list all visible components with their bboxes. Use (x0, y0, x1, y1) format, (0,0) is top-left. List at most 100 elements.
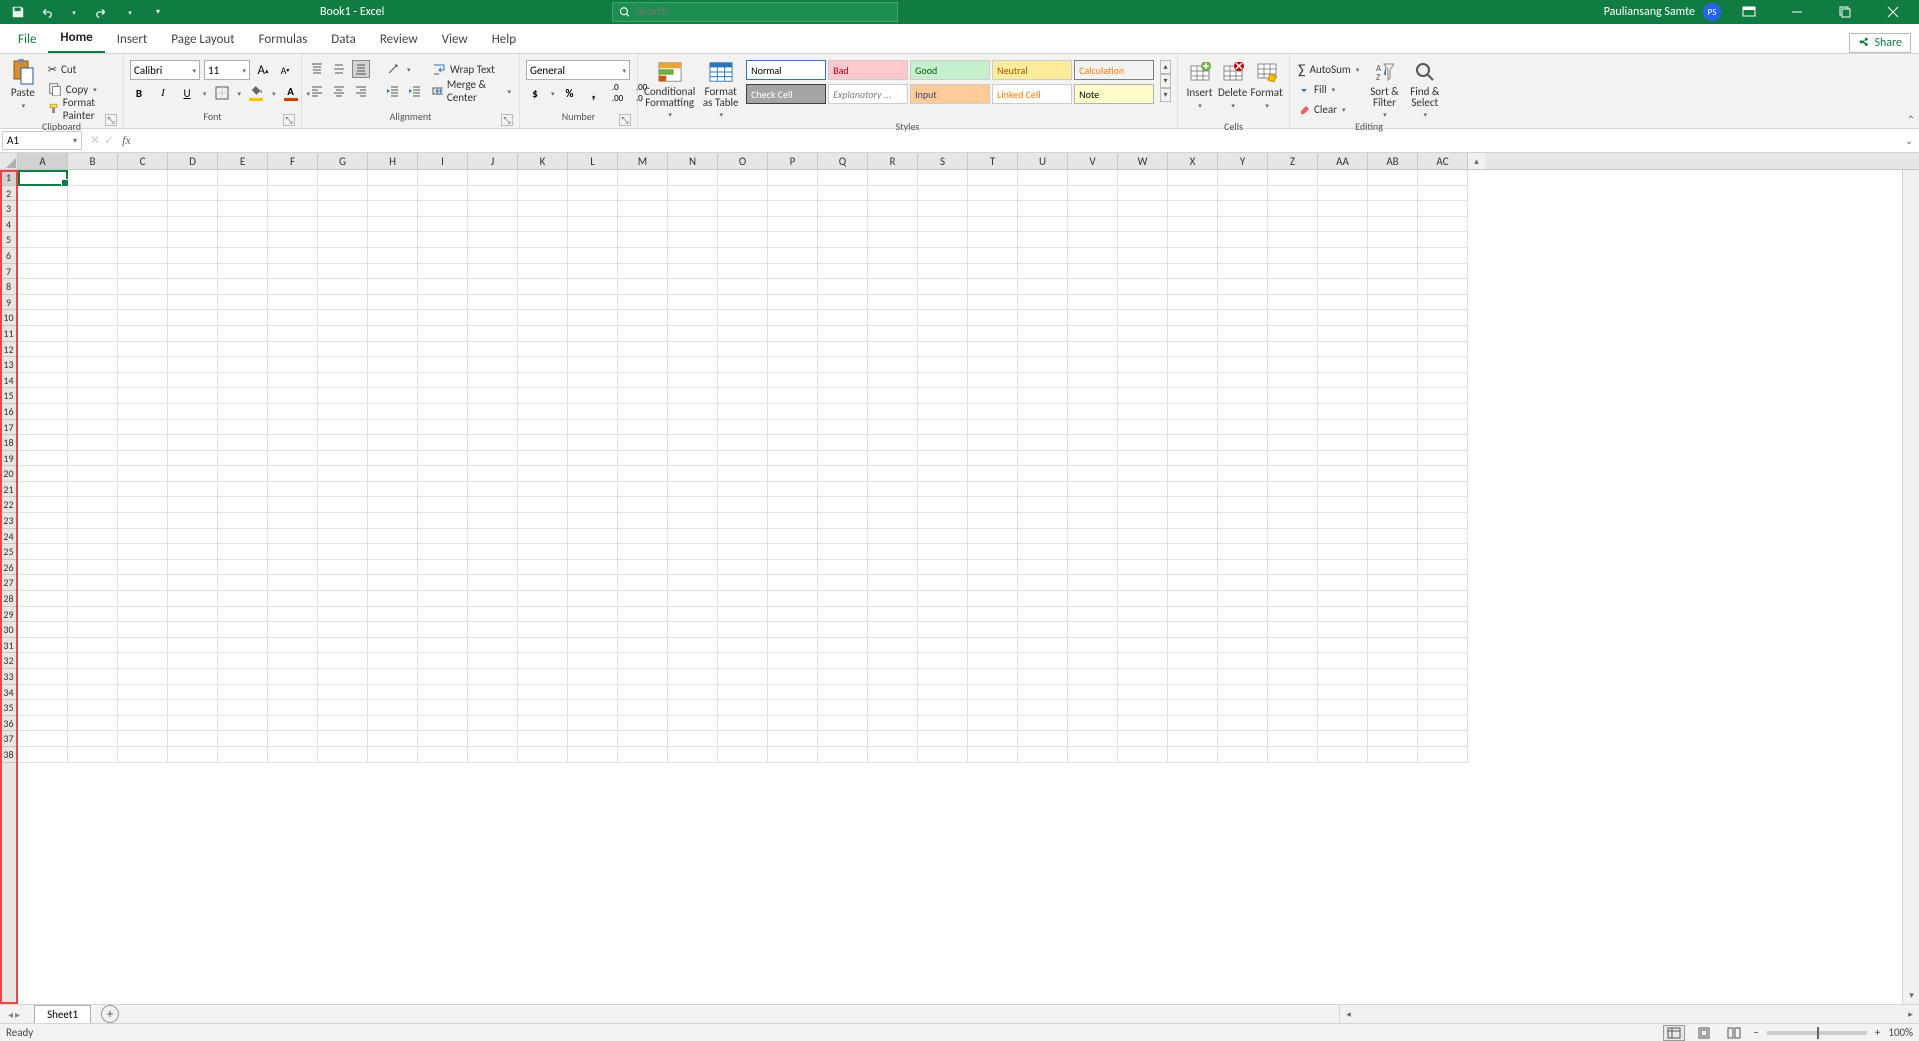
cell[interactable] (18, 451, 68, 467)
cell[interactable] (168, 435, 218, 451)
cell[interactable] (1168, 170, 1218, 186)
horizontal-scrollbar[interactable]: ◂ ▸ (1339, 1006, 1919, 1023)
cell[interactable] (868, 201, 918, 217)
cell[interactable] (618, 451, 668, 467)
cell[interactable] (1218, 295, 1268, 311)
enter-formula-icon[interactable]: ✓ (104, 133, 114, 148)
cell[interactable] (1168, 529, 1218, 545)
cell[interactable] (318, 310, 368, 326)
cell[interactable] (618, 560, 668, 576)
cell[interactable] (218, 529, 268, 545)
cell[interactable] (168, 342, 218, 358)
cell[interactable] (468, 295, 518, 311)
cell[interactable] (818, 388, 868, 404)
cell[interactable] (1418, 404, 1468, 420)
cell[interactable] (268, 232, 318, 248)
cell[interactable] (1368, 497, 1418, 513)
cell[interactable] (668, 466, 718, 482)
cell[interactable] (218, 217, 268, 233)
cell[interactable] (718, 264, 768, 280)
cell[interactable] (1118, 716, 1168, 732)
normal-view-icon[interactable] (1663, 1025, 1685, 1041)
cell[interactable] (918, 591, 968, 607)
cell[interactable] (1318, 747, 1368, 763)
cell[interactable] (1318, 513, 1368, 529)
cell[interactable] (668, 513, 718, 529)
cell[interactable] (518, 560, 568, 576)
cell[interactable] (518, 420, 568, 436)
cell[interactable] (768, 248, 818, 264)
column-header[interactable]: I (418, 153, 468, 169)
cell[interactable] (118, 435, 168, 451)
row-header[interactable]: 30 (0, 622, 17, 638)
cell[interactable] (318, 716, 368, 732)
cell[interactable] (68, 201, 118, 217)
cell[interactable] (718, 466, 768, 482)
cell[interactable] (718, 279, 768, 295)
cell[interactable] (618, 747, 668, 763)
cell[interactable] (568, 466, 618, 482)
cell[interactable] (668, 700, 718, 716)
cell[interactable] (18, 731, 68, 747)
cell[interactable] (1368, 404, 1418, 420)
cell[interactable] (1318, 653, 1368, 669)
cell[interactable] (1068, 544, 1118, 560)
cell[interactable] (1418, 731, 1468, 747)
cell[interactable] (118, 404, 168, 420)
cell[interactable] (1268, 357, 1318, 373)
cell[interactable] (718, 186, 768, 202)
cell[interactable] (418, 747, 468, 763)
cell[interactable] (1318, 186, 1368, 202)
cell[interactable] (968, 560, 1018, 576)
cell[interactable] (68, 217, 118, 233)
cell[interactable] (868, 232, 918, 248)
cell[interactable] (1318, 373, 1368, 389)
cell[interactable] (218, 373, 268, 389)
cell[interactable] (418, 451, 468, 467)
cell[interactable] (618, 248, 668, 264)
cell[interactable] (18, 264, 68, 280)
italic-button[interactable]: I (154, 84, 172, 102)
row-header[interactable]: 37 (0, 731, 17, 747)
cell[interactable] (918, 201, 968, 217)
cell[interactable] (1418, 217, 1468, 233)
cell[interactable] (1368, 653, 1418, 669)
fill-color-button[interactable] (247, 84, 265, 102)
cell[interactable] (68, 731, 118, 747)
cell[interactable] (1218, 497, 1268, 513)
cell[interactable] (418, 248, 468, 264)
cell[interactable] (1068, 482, 1118, 498)
cell[interactable] (118, 560, 168, 576)
cell[interactable] (768, 310, 818, 326)
cell[interactable] (918, 685, 968, 701)
cell[interactable] (1418, 310, 1468, 326)
cell[interactable] (668, 170, 718, 186)
cell[interactable] (1368, 420, 1418, 436)
cell[interactable] (418, 669, 468, 685)
cell[interactable] (1118, 607, 1168, 623)
cell[interactable] (1118, 669, 1168, 685)
cell[interactable] (468, 513, 518, 529)
cell[interactable] (618, 529, 668, 545)
cell[interactable] (518, 295, 568, 311)
row-header[interactable]: 31 (0, 638, 17, 654)
cell[interactable] (68, 295, 118, 311)
cell-styles-gallery[interactable]: NormalBadGoodNeutralCalculationCheck Cel… (746, 60, 1154, 106)
cell[interactable] (368, 170, 418, 186)
cell[interactable] (68, 435, 118, 451)
cell[interactable] (868, 404, 918, 420)
cell[interactable] (1368, 232, 1418, 248)
cell[interactable] (768, 575, 818, 591)
cell[interactable] (918, 560, 968, 576)
cell[interactable] (18, 653, 68, 669)
cell[interactable] (968, 170, 1018, 186)
cell[interactable] (1368, 669, 1418, 685)
cell[interactable] (718, 404, 768, 420)
cell[interactable] (218, 638, 268, 654)
row-header[interactable]: 11 (0, 326, 17, 342)
cell[interactable] (218, 482, 268, 498)
cell[interactable] (668, 607, 718, 623)
cell[interactable] (568, 560, 618, 576)
column-header[interactable]: A (18, 153, 68, 169)
number-format-select[interactable]: General▾ (526, 60, 630, 80)
